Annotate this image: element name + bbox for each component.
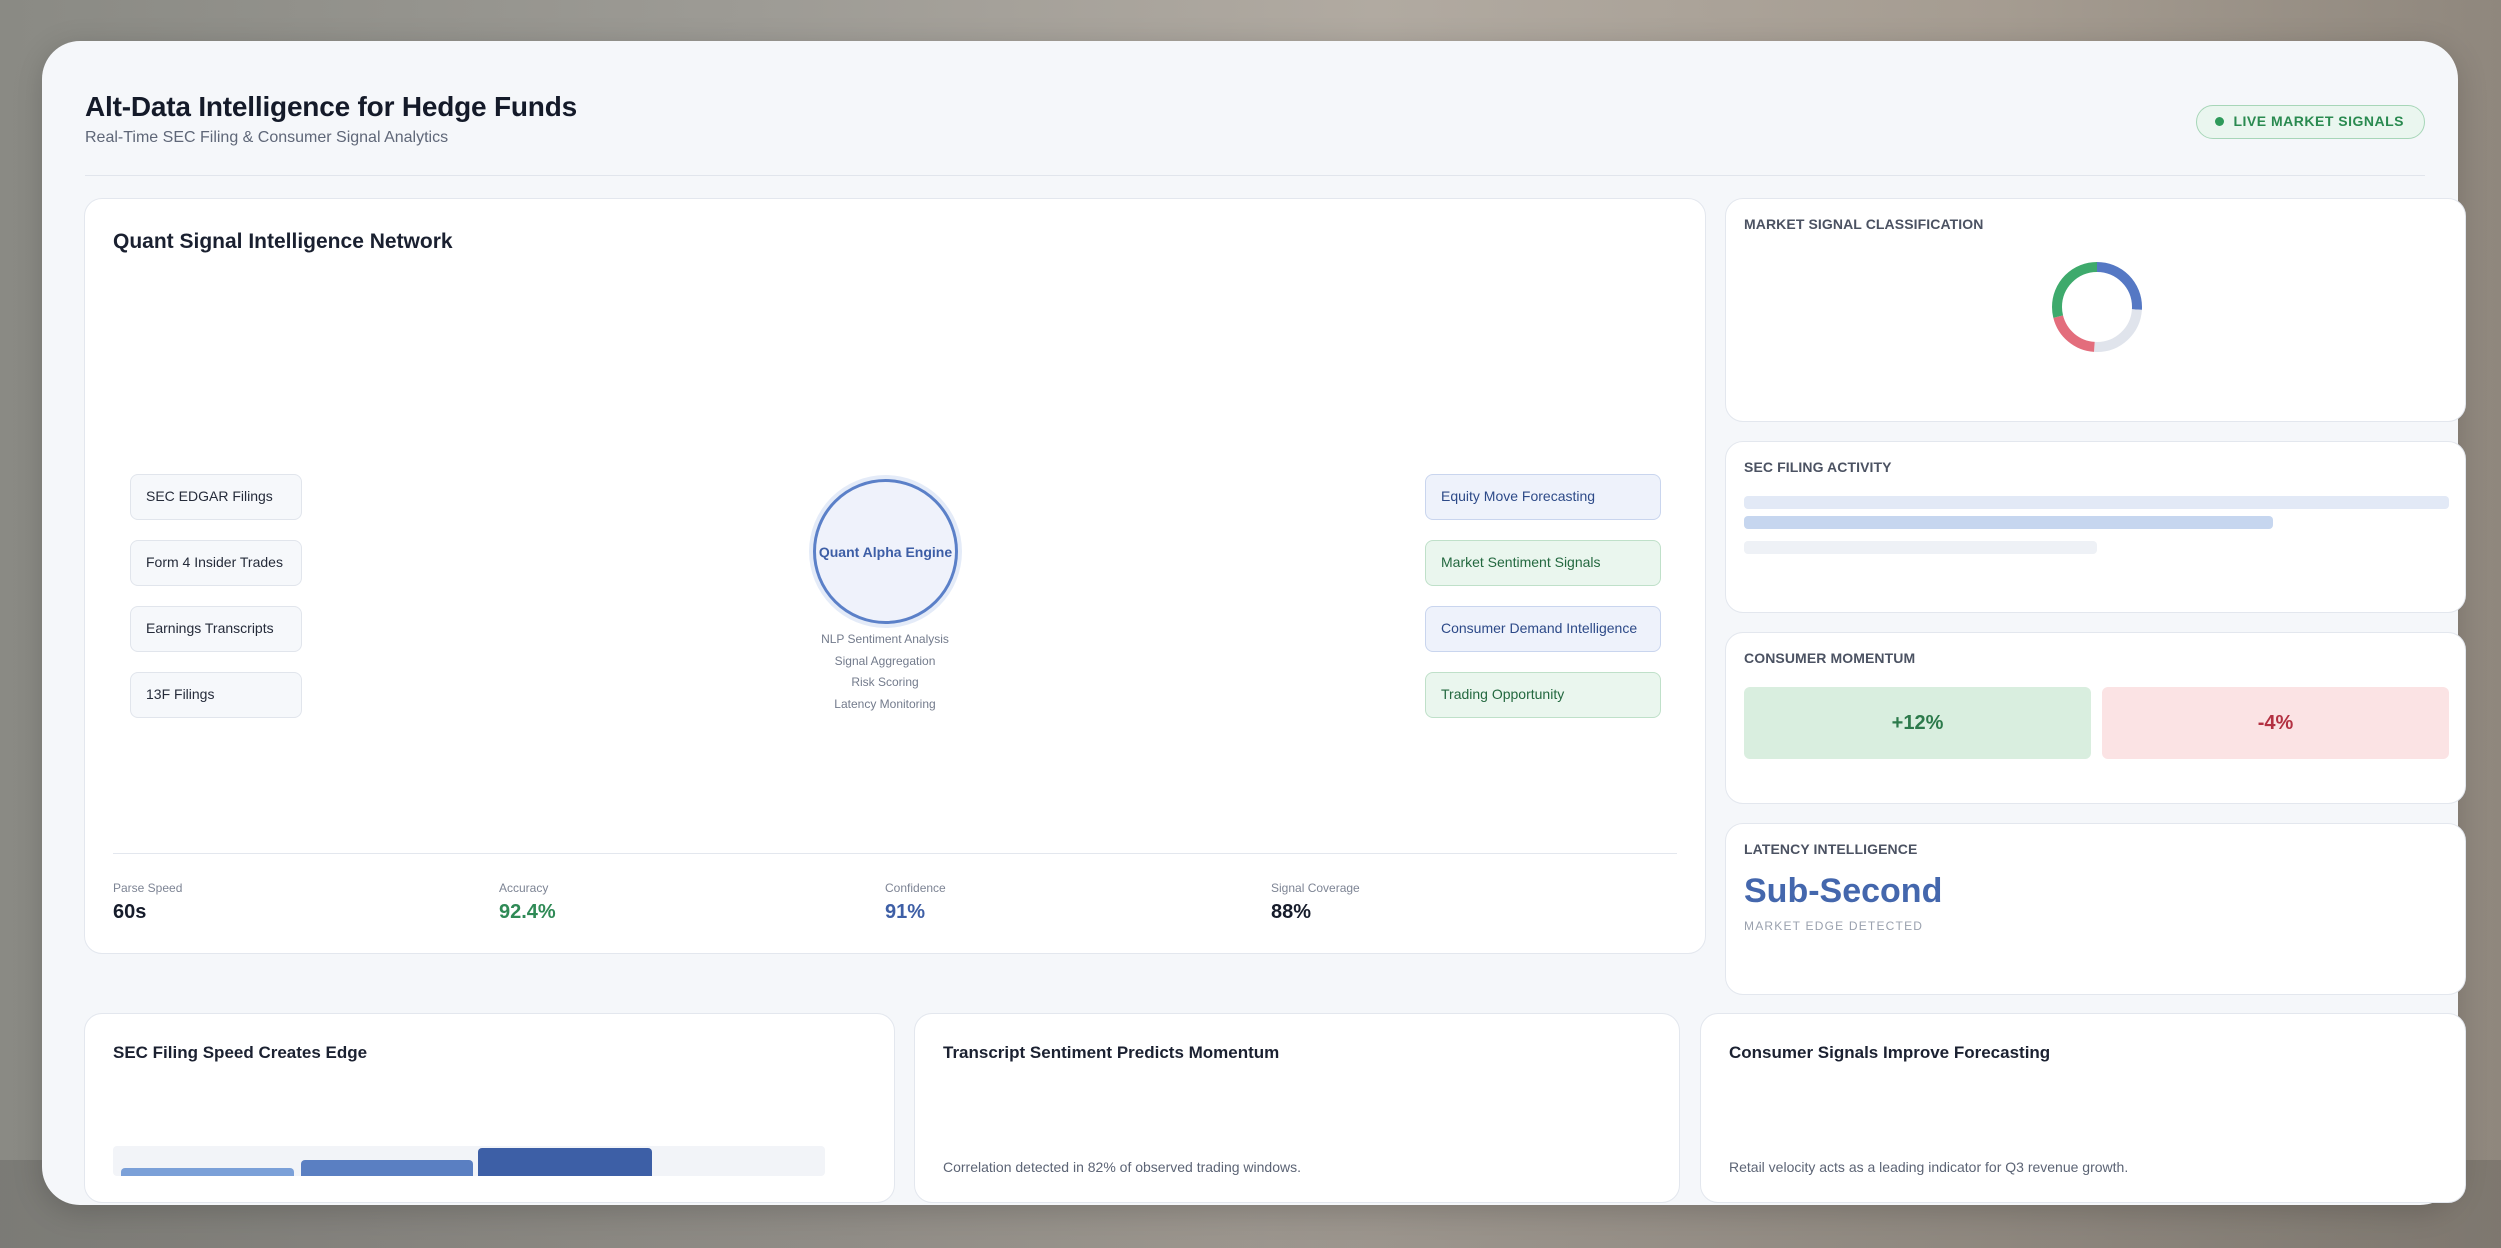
classification-donut-chart[interactable] [2047,257,2147,357]
filing-speed-bar [121,1167,294,1176]
live-badge-label: LIVE MARKET SIGNALS [2233,113,2404,129]
metric-label: Signal Coverage [1271,881,1360,895]
header-divider [85,175,2425,176]
output-market-sentiment-signals[interactable]: Market Sentiment Signals [1425,540,1661,586]
source-earnings-transcripts[interactable]: Earnings Transcripts [130,606,302,652]
latency-title: LATENCY INTELLIGENCE [1744,841,1918,857]
sec-filing-activity-card: SEC FILING ACTIVITY [1725,441,2466,613]
metric-label: Accuracy [499,881,549,895]
dashboard-window: Alt-Data Intelligence for Hedge Funds Re… [42,41,2466,1205]
sec-activity-title: SEC FILING ACTIVITY [1744,459,1892,475]
engine-step: NLP Sentiment Analysis [821,632,949,646]
sec-activity-bar [1744,541,2097,554]
signal-network-card: Quant Signal Intelligence Network SEC ED… [84,198,1706,954]
live-status-dot-icon [2215,117,2225,126]
output-consumer-demand-intelligence[interactable]: Consumer Demand Intelligence [1425,606,1661,652]
latency-value: Sub-Second [1744,872,1943,910]
latency-intelligence-card: LATENCY INTELLIGENCE Sub-Second MARKET E… [1725,823,2466,995]
engine-step: Risk Scoring [851,675,919,689]
insight-title: Transcript Sentiment Predicts Momentum [943,1043,1280,1062]
market-signal-classification-card: MARKET SIGNAL CLASSIFICATION [1725,198,2466,422]
insight-title: Consumer Signals Improve Forecasting [1729,1043,2051,1062]
insight-title: SEC Filing Speed Creates Edge [113,1043,368,1062]
filing-speed-bar-track [113,1146,825,1176]
metric-parse-speed: Parse Speed 60s [113,881,182,924]
filing-speed-bar [478,1147,652,1176]
quant-alpha-engine-node[interactable]: Quant Alpha Engine [813,479,958,624]
source-form-4[interactable]: Form 4 Insider Trades [130,540,302,586]
page-header: Alt-Data Intelligence for Hedge Funds Re… [85,91,577,147]
network-title: Quant Signal Intelligence Network [113,230,453,253]
output-trading-opportunity[interactable]: Trading Opportunity [1425,672,1661,718]
page-title: Alt-Data Intelligence for Hedge Funds [85,91,577,122]
page-subtitle: Real-Time SEC Filing & Consumer Signal A… [85,129,449,146]
metric-label: Confidence [885,881,946,895]
classification-title: MARKET SIGNAL CLASSIFICATION [1744,216,1984,232]
metrics-divider [113,853,1677,854]
metric-confidence: Confidence 91% [885,881,946,924]
live-market-signals-badge[interactable]: LIVE MARKET SIGNALS [2196,105,2425,139]
metric-value: 88% [1271,901,1312,923]
insight-text: Correlation detected in 82% of observed … [943,1159,1301,1175]
insight-card-transcript-sentiment: Transcript Sentiment Predicts Momentum C… [914,1013,1680,1203]
engine-label: Quant Alpha Engine [818,543,953,560]
engine-steps: NLP Sentiment Analysis Signal Aggregatio… [765,629,1005,715]
metric-signal-coverage: Signal Coverage 88% [1271,881,1360,924]
filing-speed-bar [301,1159,473,1176]
latency-subtitle: MARKET EDGE DETECTED [1744,919,1924,933]
engine-step: Latency Monitoring [834,696,936,711]
source-sec-edgar[interactable]: SEC EDGAR Filings [130,474,302,520]
engine-step: Signal Aggregation [834,653,936,668]
insight-card-consumer-signals: Consumer Signals Improve Forecasting Ret… [1700,1013,2466,1203]
sec-activity-bar [1744,496,2449,509]
metric-value: 60s [113,901,147,923]
source-13f-filings[interactable]: 13F Filings [130,672,302,718]
metric-value: 91% [885,901,926,923]
sec-activity-bar [1744,516,2273,529]
consumer-momentum-card: CONSUMER MOMENTUM +12% -4% [1725,632,2466,804]
momentum-positive-tile[interactable]: +12% [1744,687,2091,759]
metric-label: Parse Speed [113,881,183,895]
insight-text: Retail velocity acts as a leading indica… [1729,1159,2129,1175]
momentum-title: CONSUMER MOMENTUM [1744,650,1916,666]
insight-card-sec-filing-speed: SEC Filing Speed Creates Edge [84,1013,895,1203]
momentum-negative-tile[interactable]: -4% [2102,687,2449,759]
output-equity-move-forecasting[interactable]: Equity Move Forecasting [1425,474,1661,520]
metric-accuracy: Accuracy 92.4% [499,881,556,924]
metric-value: 92.4% [499,901,556,923]
